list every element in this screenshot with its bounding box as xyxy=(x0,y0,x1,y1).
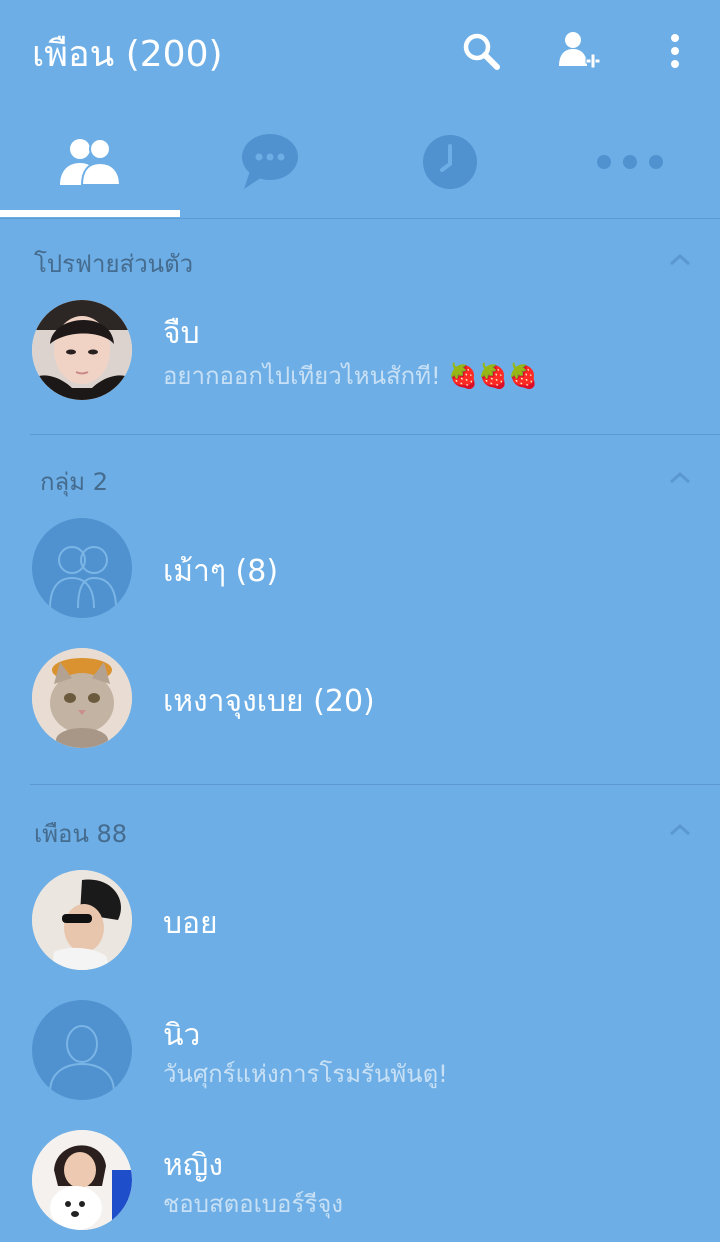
timeline-clock-icon xyxy=(422,134,478,194)
friend-name: บอย xyxy=(163,906,218,941)
friend-row[interactable]: นิว วันศุกร์แห่งการโรมรันพันตู! xyxy=(0,992,720,1112)
user-placeholder-avatar xyxy=(32,1000,132,1100)
friend-name: นิว xyxy=(163,1018,201,1053)
chevron-up-icon[interactable] xyxy=(668,818,692,842)
divider xyxy=(30,784,720,785)
divider xyxy=(30,434,720,435)
profile-name: จืบ xyxy=(163,316,200,351)
friend-name: หญิง xyxy=(163,1148,223,1183)
group-row[interactable]: เม้าๆ (8) xyxy=(0,510,720,630)
friends-icon xyxy=(58,137,122,191)
tab-chats[interactable] xyxy=(180,110,360,218)
tab-timeline[interactable] xyxy=(360,110,540,218)
page-title: เพือน (200) xyxy=(32,34,223,75)
group-placeholder-avatar xyxy=(32,518,132,618)
avatar xyxy=(32,300,132,400)
friend-status: วันศุกร์แห่งการโรมรันพันตู! xyxy=(163,1060,448,1088)
profile-status: อยากออกไปเทียวไหนสักที! 🍓🍓🍓 xyxy=(163,362,538,390)
avatar xyxy=(32,1130,132,1230)
section-header-profile[interactable]: โปรฟายส่วนตัว xyxy=(0,230,720,290)
app-header: เพือน (200) xyxy=(0,0,720,110)
section-title: โปรฟายส่วนตัว xyxy=(34,250,194,278)
chevron-up-icon[interactable] xyxy=(668,466,692,490)
section-header-groups[interactable]: กลุ่ม 2 xyxy=(0,448,720,508)
active-tab-indicator xyxy=(0,210,180,217)
avatar xyxy=(32,870,132,970)
more-vert-icon[interactable] xyxy=(652,28,698,74)
friend-row[interactable]: บอย xyxy=(0,862,720,982)
chat-icon xyxy=(240,133,300,195)
section-title: กลุ่ม 2 xyxy=(40,468,108,496)
profile-row[interactable]: จืบ อยากออกไปเทียวไหนสักที! 🍓🍓🍓 xyxy=(0,292,720,412)
section-header-friends[interactable]: เพือน 88 xyxy=(0,800,720,860)
chevron-up-icon[interactable] xyxy=(668,248,692,272)
search-icon[interactable] xyxy=(458,28,504,74)
tab-friends[interactable] xyxy=(0,110,180,218)
add-friend-icon[interactable] xyxy=(556,28,602,74)
avatar xyxy=(32,648,132,748)
group-name: เม้าๆ (8) xyxy=(163,554,279,589)
group-row[interactable]: เหงาจุงเบย (20) xyxy=(0,640,720,760)
group-name: เหงาจุงเบย (20) xyxy=(163,684,375,719)
tab-more[interactable] xyxy=(540,110,720,218)
tab-bar xyxy=(0,110,720,219)
friend-row[interactable]: หญิง ชอบสตอเบอร์รีจุง xyxy=(0,1122,720,1242)
friend-status: ชอบสตอเบอร์รีจุง xyxy=(163,1190,343,1218)
section-title: เพือน 88 xyxy=(34,820,128,848)
more-horiz-icon xyxy=(596,152,664,176)
